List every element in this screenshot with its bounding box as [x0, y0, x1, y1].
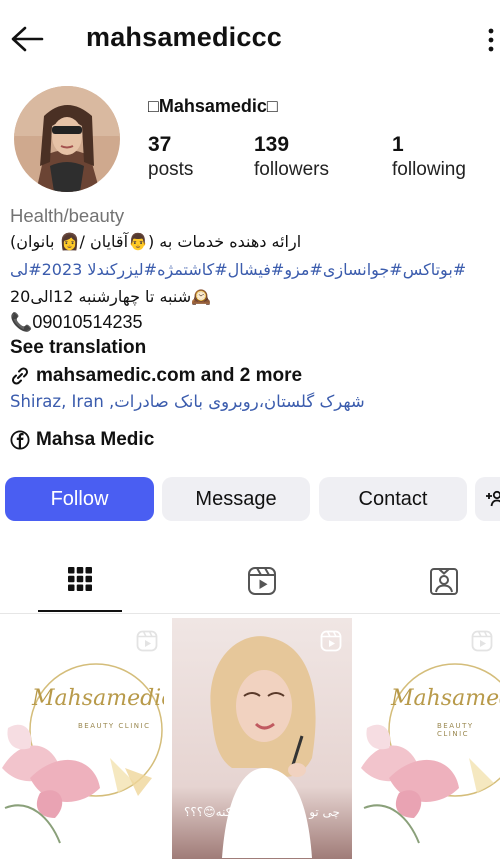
- illustration-image: [172, 618, 352, 859]
- avatar-photo: [14, 86, 120, 192]
- back-arrow-icon[interactable]: [10, 24, 44, 54]
- facebook-icon: [10, 429, 30, 450]
- message-button[interactable]: Message: [162, 477, 310, 521]
- facebook-name: Mahsa Medic: [36, 429, 155, 450]
- bio-hours: 🕰️شنبه تا چهارشنبه 12الی20: [10, 287, 212, 306]
- post-logo-subtitle: BEAUTY CLINIC: [437, 722, 474, 738]
- add-person-icon: [486, 490, 500, 507]
- website-link-text: mahsamedic.com and 2 more: [36, 365, 303, 386]
- reel-badge-icon: [320, 630, 342, 652]
- profile-location[interactable]: شهرک گلستان،روبروی بانک صادرات, Shiraz, …: [10, 388, 390, 415]
- tabs-divider: [0, 613, 500, 614]
- posts-count-label: posts: [148, 159, 194, 181]
- profile-avatar[interactable]: [14, 86, 120, 192]
- add-person-button[interactable]: [475, 477, 500, 521]
- following-count-value: 1: [392, 133, 404, 156]
- bio-services-line: ارائه دهنده خدمات به (👨آقایان /👩 بانوان): [10, 232, 302, 251]
- post-thumbnail-2[interactable]: چی تو رو خوشحال میکنه😊؟؟؟: [172, 618, 352, 859]
- post-thumbnail-3[interactable]: Mahsamediccc BEAUTY CLINIC: [359, 618, 500, 859]
- facebook-link[interactable]: Mahsa Medic: [10, 426, 154, 453]
- tab-tagged[interactable]: [399, 560, 489, 612]
- bio-phone[interactable]: 📞09010514235: [10, 309, 143, 336]
- followers-count[interactable]: 139 followers: [254, 132, 329, 182]
- tab-grid[interactable]: [35, 560, 125, 612]
- bio-hashtags[interactable]: #بوتاکس#جوانسازی#مزو#فیشال#کاشتمژه#لیزرک…: [10, 256, 500, 283]
- reel-badge-icon: [136, 630, 158, 652]
- post-logo-text: Mahsamediccc: [32, 686, 164, 711]
- post-thumbnail-1[interactable]: Mahsamediccc BEAUTY CLINIC: [0, 618, 164, 859]
- follow-button[interactable]: Follow: [5, 477, 154, 521]
- posts-count-value: 37: [148, 133, 172, 156]
- website-link[interactable]: mahsamedic.com and 2 more: [10, 362, 302, 389]
- clinic-logo-image: [2, 663, 163, 844]
- more-options-icon[interactable]: [484, 26, 498, 54]
- profile-username: mahsamediccc: [86, 22, 283, 52]
- reel-badge-icon: [471, 630, 493, 652]
- clinic-logo-image: [361, 663, 500, 844]
- active-tab-indicator: [38, 610, 122, 612]
- display-name: □Mahsamedic□: [148, 96, 278, 116]
- following-count-label: following: [392, 159, 466, 181]
- see-translation-link[interactable]: See translation: [10, 334, 146, 361]
- tagged-icon: [430, 568, 458, 595]
- posts-count[interactable]: 37 posts: [148, 132, 193, 182]
- followers-count-label: followers: [254, 159, 329, 181]
- post-caption: چی تو رو خوشحال میکنه😊؟؟؟: [184, 805, 340, 819]
- tab-reels[interactable]: [217, 560, 307, 612]
- profile-category: Health/beauty: [10, 205, 125, 226]
- following-count[interactable]: 1 following: [392, 132, 466, 182]
- post-logo-subtitle: BEAUTY CLINIC: [78, 722, 151, 730]
- reels-icon: [248, 567, 276, 595]
- grid-icon: [68, 567, 92, 591]
- link-icon: [11, 366, 29, 385]
- post-logo-text: Mahsamediccc: [391, 686, 500, 711]
- contact-button[interactable]: Contact: [319, 477, 467, 521]
- followers-count-value: 139: [254, 133, 290, 156]
